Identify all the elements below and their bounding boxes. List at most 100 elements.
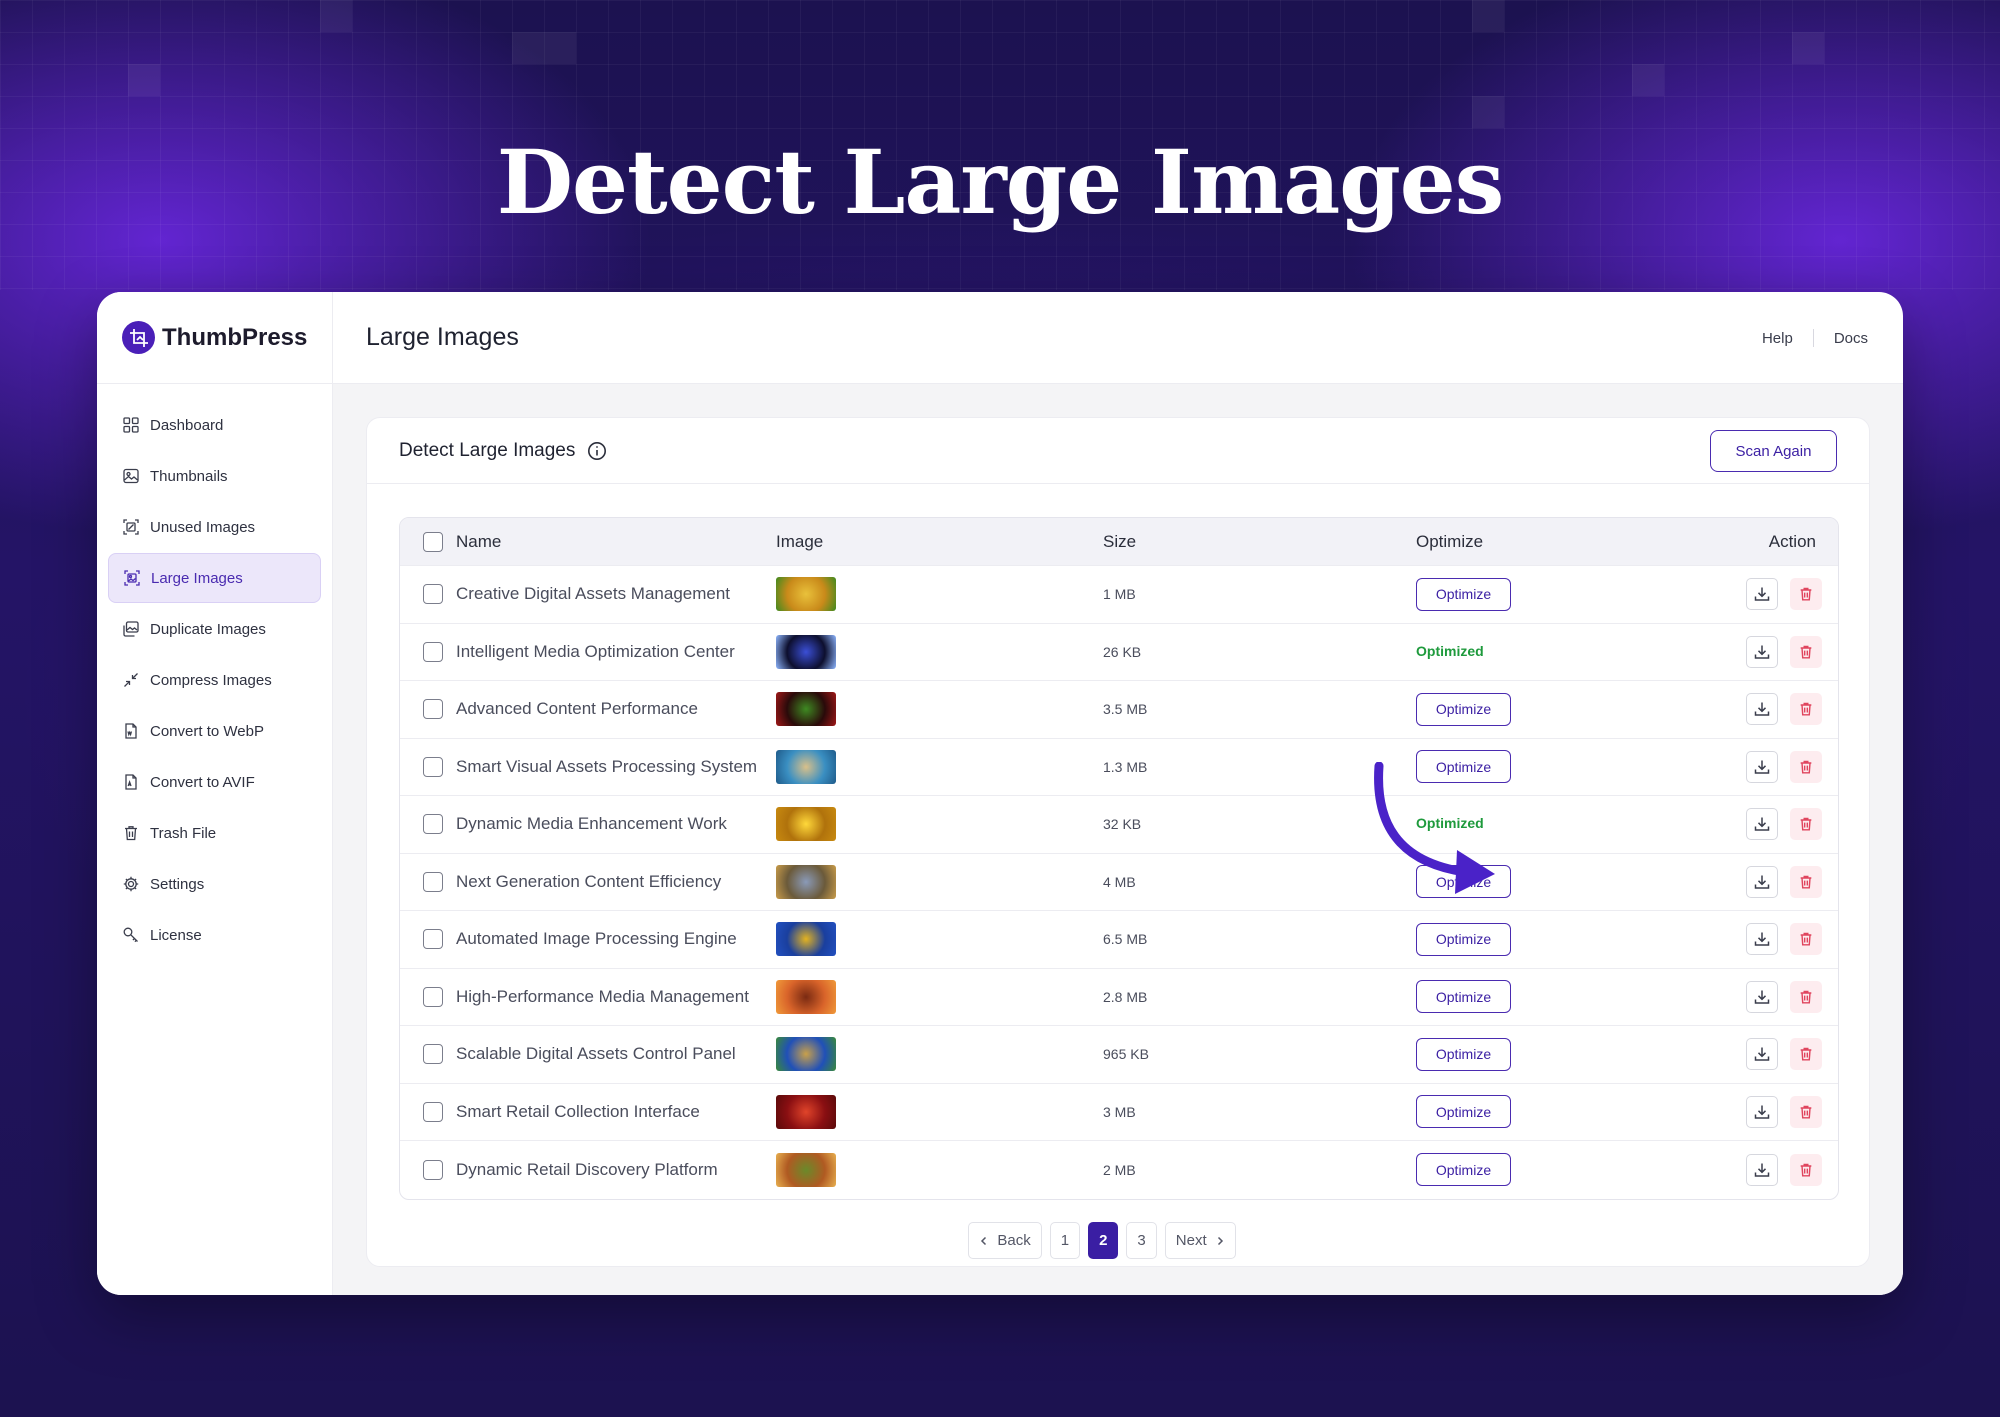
header-image: Image bbox=[776, 531, 824, 551]
image-thumbnail[interactable] bbox=[776, 692, 836, 727]
table-row: Advanced Content Performance 3.5 MB Optimi… bbox=[400, 681, 1838, 739]
download-button[interactable] bbox=[1746, 693, 1778, 726]
sidebar-item-trash-file[interactable]: Trash File bbox=[108, 808, 321, 858]
delete-button[interactable] bbox=[1790, 980, 1822, 1013]
scan-again-button[interactable]: Scan Again bbox=[1710, 430, 1837, 472]
image-size: 1 MB bbox=[1103, 586, 1136, 603]
sidebar-item-compress-images[interactable]: Compress Images bbox=[108, 655, 321, 705]
optimize-button[interactable]: Optimize bbox=[1416, 1095, 1511, 1129]
sidebar-item-convert-to-avif[interactable]: Convert to AVIF bbox=[108, 757, 321, 807]
delete-button[interactable] bbox=[1790, 1095, 1822, 1128]
row-checkbox[interactable] bbox=[423, 986, 443, 1007]
image-name: High-Performance Media Management bbox=[456, 986, 749, 1006]
download-icon bbox=[1754, 1105, 1770, 1119]
image-name: Creative Digital Assets Management bbox=[456, 584, 731, 604]
download-icon bbox=[1754, 817, 1770, 831]
row-checkbox[interactable] bbox=[423, 1101, 443, 1122]
image-thumbnail[interactable] bbox=[776, 577, 836, 612]
sidebar-item-license[interactable]: License bbox=[108, 910, 321, 960]
table-row: Smart Visual Assets Processing System 1.3… bbox=[400, 739, 1838, 796]
row-checkbox[interactable] bbox=[423, 929, 443, 950]
back-label: Back bbox=[997, 1232, 1031, 1249]
image-thumbnail[interactable] bbox=[776, 979, 836, 1014]
optimize-button[interactable]: Optimize bbox=[1416, 692, 1511, 726]
optimize-button[interactable]: Optimize bbox=[1416, 750, 1511, 784]
download-button[interactable] bbox=[1746, 808, 1778, 841]
table-row: Next Generation Content Efficiency 4 MB Op… bbox=[400, 854, 1838, 911]
download-button[interactable] bbox=[1746, 750, 1778, 783]
image-thumbnail[interactable] bbox=[776, 634, 836, 669]
table-header: Name Image Size Optimize Action bbox=[400, 518, 1838, 566]
table-row: Dynamic Media Enhancement Work 32 KB Optim… bbox=[400, 796, 1838, 854]
topbar-links: Help Docs bbox=[1762, 292, 1868, 384]
sidebar-item-convert-to-webp[interactable]: Convert to WebP bbox=[108, 706, 321, 756]
image-thumbnail[interactable] bbox=[776, 1037, 836, 1072]
delete-button[interactable] bbox=[1790, 1038, 1822, 1071]
docs-link[interactable]: Docs bbox=[1834, 330, 1868, 347]
delete-button[interactable] bbox=[1790, 635, 1822, 668]
pagination-back-button[interactable]: Back bbox=[968, 1222, 1042, 1259]
row-checkbox[interactable] bbox=[423, 871, 443, 892]
sidebar-item-label: Large Images bbox=[151, 569, 243, 587]
image-size: 32 KB bbox=[1103, 816, 1142, 833]
row-checkbox[interactable] bbox=[423, 641, 443, 662]
row-checkbox[interactable] bbox=[423, 1044, 443, 1065]
optimize-button[interactable]: Optimize bbox=[1416, 980, 1511, 1014]
sidebar-item-unused-images[interactable]: Unused Images bbox=[108, 502, 321, 552]
image-size: 1.3 MB bbox=[1103, 758, 1148, 775]
table-row: Automated Image Processing Engine 6.5 MB O… bbox=[400, 911, 1838, 969]
row-checkbox[interactable] bbox=[423, 1159, 443, 1180]
optimize-button[interactable]: Optimize bbox=[1416, 577, 1511, 611]
delete-button[interactable] bbox=[1790, 693, 1822, 726]
page-1-button[interactable]: 1 bbox=[1049, 1222, 1081, 1259]
image-name: Scalable Digital Assets Control Panel bbox=[456, 1044, 736, 1064]
help-link[interactable]: Help bbox=[1762, 330, 1793, 347]
page-2-button[interactable]: 2 bbox=[1088, 1222, 1119, 1259]
row-checkbox[interactable] bbox=[423, 584, 443, 605]
trash-icon bbox=[1800, 990, 1812, 1004]
sidebar-item-dashboard[interactable]: Dashboard bbox=[108, 400, 321, 450]
sidebar-item-large-images[interactable]: Large Images bbox=[108, 553, 321, 603]
topbar: Large Images Help Docs bbox=[333, 292, 1903, 384]
row-checkbox[interactable] bbox=[423, 814, 443, 835]
image-thumbnail[interactable] bbox=[776, 922, 836, 957]
download-button[interactable] bbox=[1746, 578, 1778, 611]
download-button[interactable] bbox=[1746, 980, 1778, 1013]
download-button[interactable] bbox=[1746, 1153, 1778, 1186]
optimize-button[interactable]: Optimize bbox=[1416, 865, 1511, 899]
header-size: Size bbox=[1103, 531, 1137, 551]
sidebar-item-settings[interactable]: Settings bbox=[108, 859, 321, 909]
delete-button[interactable] bbox=[1790, 808, 1822, 841]
pagination-next-button[interactable]: Next bbox=[1164, 1222, 1236, 1259]
delete-button[interactable] bbox=[1790, 1153, 1822, 1186]
sidebar-item-duplicate-images[interactable]: Duplicate Images bbox=[108, 604, 321, 654]
image-thumbnail[interactable] bbox=[776, 1152, 836, 1187]
delete-button[interactable] bbox=[1790, 578, 1822, 611]
sidebar-item-thumbnails[interactable]: Thumbnails bbox=[108, 451, 321, 501]
select-all-checkbox[interactable] bbox=[423, 531, 443, 552]
download-button[interactable] bbox=[1746, 635, 1778, 668]
image-thumbnail[interactable] bbox=[776, 807, 836, 842]
image-thumbnail[interactable] bbox=[776, 1094, 836, 1129]
image-size: 3.5 MB bbox=[1103, 701, 1148, 718]
chevron-right-icon bbox=[1217, 1236, 1223, 1245]
delete-button[interactable] bbox=[1790, 923, 1822, 956]
optimize-button[interactable]: Optimize bbox=[1416, 922, 1511, 956]
table-body: Creative Digital Assets Management 1 MB Op… bbox=[400, 566, 1838, 1199]
image-thumbnail[interactable] bbox=[776, 749, 836, 784]
row-checkbox[interactable] bbox=[423, 699, 443, 720]
info-icon[interactable] bbox=[587, 441, 607, 461]
download-button[interactable] bbox=[1746, 923, 1778, 956]
delete-button[interactable] bbox=[1790, 750, 1822, 783]
delete-button[interactable] bbox=[1790, 865, 1822, 898]
download-button[interactable] bbox=[1746, 1095, 1778, 1128]
sidebar-item-label: License bbox=[150, 926, 202, 944]
image-thumbnail[interactable] bbox=[776, 864, 836, 899]
download-button[interactable] bbox=[1746, 1038, 1778, 1071]
row-checkbox[interactable] bbox=[423, 756, 443, 777]
optimize-button[interactable]: Optimize bbox=[1416, 1153, 1511, 1187]
optimize-button[interactable]: Optimize bbox=[1416, 1037, 1511, 1071]
chevron-left-icon bbox=[981, 1236, 987, 1245]
page-3-button[interactable]: 3 bbox=[1126, 1222, 1157, 1259]
download-button[interactable] bbox=[1746, 865, 1778, 898]
